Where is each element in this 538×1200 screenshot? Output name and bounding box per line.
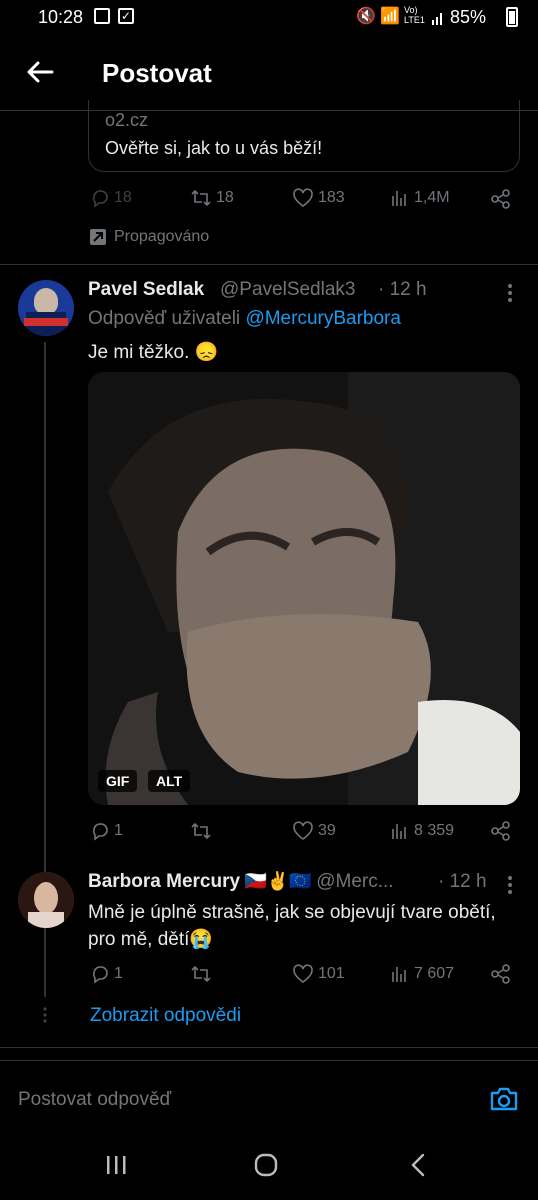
avatar-pavel-sedlak[interactable] — [18, 280, 74, 336]
divider — [0, 1047, 538, 1048]
tweet2-share-icon[interactable] — [490, 963, 512, 990]
tweet2-retweet-button[interactable] — [190, 964, 216, 984]
tweet1-share-icon[interactable] — [490, 820, 512, 847]
page-title: Postovat — [102, 58, 212, 88]
heart-icon — [293, 821, 313, 840]
promoted-icon — [90, 229, 106, 245]
tweet2-timestamp: · 12 h — [438, 871, 487, 892]
tweet1-like-count: 39 — [318, 822, 336, 839]
ad-share-icon[interactable] — [490, 188, 512, 215]
image-notification-icon — [94, 8, 110, 24]
views-icon — [392, 824, 406, 839]
camera-icon[interactable] — [488, 1084, 520, 1114]
ad-domain: o2.cz — [105, 110, 149, 130]
tweet1-like-button[interactable]: 39 — [292, 821, 336, 841]
tweet1-timestamp: · 12 h — [378, 279, 427, 300]
tweet2-more-icon[interactable] — [500, 874, 520, 896]
promoted-text: Propagováno — [114, 228, 210, 245]
tweet1-views-button[interactable]: 8 359 — [390, 821, 454, 841]
ad-reply-button[interactable]: 18 — [90, 188, 132, 208]
tweet1-more-icon[interactable] — [500, 282, 520, 304]
tweet2-author-flags: 🇨🇿✌🇪🇺 — [244, 871, 312, 891]
ad-like-count: 183 — [318, 189, 345, 206]
status-time: 10:28 — [38, 7, 84, 27]
tweet1-view-count: 8 359 — [414, 822, 455, 839]
check-notification-icon: ✓ — [118, 8, 134, 24]
tweet2-author-name[interactable]: Barbora Mercury — [88, 871, 240, 892]
battery-level: 85% — [450, 7, 487, 27]
ad-headline: Ověřte si, jak to u vás běží! — [105, 138, 323, 158]
tweet2-reply-button[interactable]: 1 — [90, 964, 123, 984]
reply-icon — [93, 823, 108, 841]
tweet1-retweet-button[interactable] — [190, 821, 216, 841]
tweet1-gif-media[interactable]: GIF ALT — [88, 372, 520, 805]
reply-to-link[interactable]: @MercuryBarbora — [245, 308, 401, 329]
tweet1-reply-button[interactable]: 1 — [90, 821, 123, 841]
ad-link-card[interactable]: o2.cz Ověřte si, jak to u vás běží! — [88, 100, 520, 172]
ad-like-button[interactable]: 183 — [292, 188, 345, 208]
crying-man-image — [88, 372, 520, 805]
promoted-label: Propagováno — [90, 228, 209, 246]
recent-apps-icon[interactable] — [96, 1145, 136, 1185]
show-replies-link[interactable]: Zobrazit odpovědi — [90, 1005, 241, 1027]
ad-retweet-button[interactable]: 18 — [190, 188, 234, 208]
ad-reply-count: 18 — [114, 189, 132, 206]
tweet2-author-handle[interactable]: @Merc... — [316, 871, 393, 892]
retweet-icon — [191, 965, 211, 983]
back-nav-icon[interactable] — [398, 1145, 438, 1185]
reply-icon — [93, 966, 108, 984]
tweet2-text: Mně je úplně strašně, jak se objevují tv… — [88, 902, 496, 950]
tweet2-header: Barbora Mercury 🇨🇿✌🇪🇺 @Merc... — [88, 871, 394, 893]
thread-dots — [42, 1006, 48, 1024]
signal-icon — [432, 9, 444, 25]
retweet-icon — [191, 822, 211, 840]
home-icon[interactable] — [246, 1145, 286, 1185]
alt-badge[interactable]: ALT — [148, 770, 191, 792]
reply-composer-input[interactable] — [16, 1080, 460, 1120]
tweet1-reply-context: Odpověď uživateli @MercuryBarbora — [88, 308, 401, 330]
reply-prefix: Odpověď uživateli — [88, 308, 241, 329]
heart-icon — [293, 964, 313, 983]
tweet2-like-button[interactable]: 101 — [292, 964, 345, 984]
tweet2-reply-count: 1 — [114, 965, 123, 982]
gif-badge: GIF — [98, 770, 138, 792]
divider — [0, 264, 538, 265]
tweet1-text: Je mi těžko. 😞 — [88, 342, 219, 363]
tweet2-like-count: 101 — [318, 965, 345, 982]
retweet-icon — [191, 189, 211, 207]
ad-retweet-count: 18 — [216, 189, 234, 206]
mute-icon: 🔇 — [356, 8, 376, 25]
network-label: Vo) LTE1 — [404, 5, 425, 25]
tweet1-author-handle[interactable]: @PavelSedlak3 — [220, 279, 355, 301]
heart-icon — [293, 188, 313, 207]
tweet1-author-name[interactable]: Pavel Sedlak — [88, 279, 204, 301]
back-arrow-icon[interactable] — [24, 56, 56, 88]
ad-views-button[interactable]: 1,4M — [390, 188, 450, 208]
tweet2-views-button[interactable]: 7 607 — [390, 964, 454, 984]
reply-icon — [93, 190, 108, 208]
tweet2-view-count: 7 607 — [414, 965, 455, 982]
views-icon — [392, 967, 406, 982]
ad-view-count: 1,4M — [414, 189, 450, 206]
status-bar: 10:28 ✓ 🔇 📶 Vo) LTE1 85% — [0, 0, 538, 36]
wifi-icon: 📶 — [380, 8, 400, 25]
composer-divider — [0, 1060, 538, 1061]
avatar-barbora-mercury[interactable] — [18, 872, 74, 928]
views-icon — [392, 191, 406, 206]
battery-icon — [506, 7, 518, 27]
tweet1-reply-count: 1 — [114, 822, 123, 839]
